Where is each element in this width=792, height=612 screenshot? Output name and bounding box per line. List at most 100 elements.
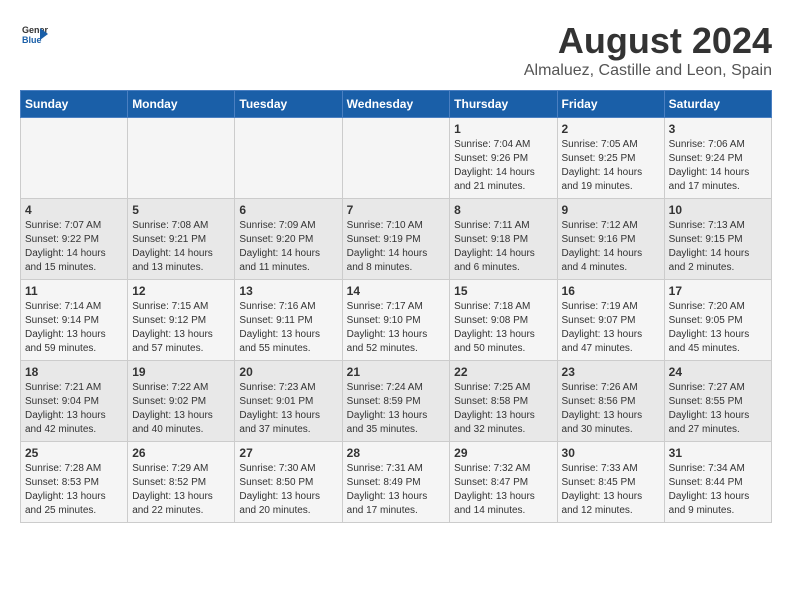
day-number: 29 <box>454 446 552 460</box>
day-number: 7 <box>347 203 446 217</box>
day-info: Sunrise: 7:30 AM Sunset: 8:50 PM Dayligh… <box>239 462 337 518</box>
weekday-header-wednesday: Wednesday <box>342 91 450 118</box>
calendar-cell: 22 Sunrise: 7:25 AM Sunset: 8:58 PM Dayli… <box>450 361 557 442</box>
day-info: Sunrise: 7:31 AM Sunset: 8:49 PM Dayligh… <box>347 462 446 518</box>
page-title: August 2024 <box>524 20 772 62</box>
day-info: Sunrise: 7:19 AM Sunset: 9:07 PM Dayligh… <box>562 300 660 356</box>
day-info: Sunrise: 7:25 AM Sunset: 8:58 PM Dayligh… <box>454 381 552 437</box>
day-info: Sunrise: 7:09 AM Sunset: 9:20 PM Dayligh… <box>239 219 337 275</box>
day-info: Sunrise: 7:05 AM Sunset: 9:25 PM Dayligh… <box>562 138 660 194</box>
day-info: Sunrise: 7:29 AM Sunset: 8:52 PM Dayligh… <box>132 462 230 518</box>
calendar-cell <box>235 118 342 199</box>
day-info: Sunrise: 7:17 AM Sunset: 9:10 PM Dayligh… <box>347 300 446 356</box>
day-info: Sunrise: 7:34 AM Sunset: 8:44 PM Dayligh… <box>669 462 767 518</box>
day-info: Sunrise: 7:24 AM Sunset: 8:59 PM Dayligh… <box>347 381 446 437</box>
day-number: 18 <box>25 365 123 379</box>
day-info: Sunrise: 7:27 AM Sunset: 8:55 PM Dayligh… <box>669 381 767 437</box>
calendar-cell: 21 Sunrise: 7:24 AM Sunset: 8:59 PM Dayli… <box>342 361 450 442</box>
day-info: Sunrise: 7:26 AM Sunset: 8:56 PM Dayligh… <box>562 381 660 437</box>
calendar-cell: 29 Sunrise: 7:32 AM Sunset: 8:47 PM Dayli… <box>450 442 557 523</box>
day-info: Sunrise: 7:13 AM Sunset: 9:15 PM Dayligh… <box>669 219 767 275</box>
calendar-cell: 20 Sunrise: 7:23 AM Sunset: 9:01 PM Dayli… <box>235 361 342 442</box>
day-info: Sunrise: 7:12 AM Sunset: 9:16 PM Dayligh… <box>562 219 660 275</box>
day-number: 20 <box>239 365 337 379</box>
weekday-header-friday: Friday <box>557 91 664 118</box>
calendar-cell: 23 Sunrise: 7:26 AM Sunset: 8:56 PM Dayli… <box>557 361 664 442</box>
day-number: 10 <box>669 203 767 217</box>
day-number: 15 <box>454 284 552 298</box>
day-number: 22 <box>454 365 552 379</box>
day-number: 23 <box>562 365 660 379</box>
calendar-cell: 19 Sunrise: 7:22 AM Sunset: 9:02 PM Dayli… <box>128 361 235 442</box>
weekday-header-tuesday: Tuesday <box>235 91 342 118</box>
calendar-cell: 4 Sunrise: 7:07 AM Sunset: 9:22 PM Daylig… <box>21 199 128 280</box>
calendar-cell: 11 Sunrise: 7:14 AM Sunset: 9:14 PM Dayli… <box>21 280 128 361</box>
calendar-cell: 13 Sunrise: 7:16 AM Sunset: 9:11 PM Dayli… <box>235 280 342 361</box>
day-number: 2 <box>562 122 660 136</box>
week-row-2: 4 Sunrise: 7:07 AM Sunset: 9:22 PM Daylig… <box>21 199 772 280</box>
calendar-cell: 8 Sunrise: 7:11 AM Sunset: 9:18 PM Daylig… <box>450 199 557 280</box>
weekday-header-monday: Monday <box>128 91 235 118</box>
day-info: Sunrise: 7:20 AM Sunset: 9:05 PM Dayligh… <box>669 300 767 356</box>
day-number: 24 <box>669 365 767 379</box>
calendar-cell: 18 Sunrise: 7:21 AM Sunset: 9:04 PM Dayli… <box>21 361 128 442</box>
day-info: Sunrise: 7:23 AM Sunset: 9:01 PM Dayligh… <box>239 381 337 437</box>
day-number: 4 <box>25 203 123 217</box>
day-info: Sunrise: 7:32 AM Sunset: 8:47 PM Dayligh… <box>454 462 552 518</box>
week-row-3: 11 Sunrise: 7:14 AM Sunset: 9:14 PM Dayli… <box>21 280 772 361</box>
week-row-1: 1Sunrise: 7:04 AM Sunset: 9:26 PM Daylig… <box>21 118 772 199</box>
day-number: 3 <box>669 122 767 136</box>
weekday-header-saturday: Saturday <box>664 91 771 118</box>
day-info: Sunrise: 7:10 AM Sunset: 9:19 PM Dayligh… <box>347 219 446 275</box>
day-number: 16 <box>562 284 660 298</box>
logo: General Blue <box>20 20 48 48</box>
day-number: 28 <box>347 446 446 460</box>
logo-icon: General Blue <box>20 20 48 48</box>
day-number: 11 <box>25 284 123 298</box>
calendar-cell: 17 Sunrise: 7:20 AM Sunset: 9:05 PM Dayli… <box>664 280 771 361</box>
day-number: 30 <box>562 446 660 460</box>
day-number: 19 <box>132 365 230 379</box>
day-number: 27 <box>239 446 337 460</box>
weekday-header-row: SundayMondayTuesdayWednesdayThursdayFrid… <box>21 91 772 118</box>
calendar-cell <box>128 118 235 199</box>
day-info: Sunrise: 7:16 AM Sunset: 9:11 PM Dayligh… <box>239 300 337 356</box>
day-number: 9 <box>562 203 660 217</box>
day-number: 14 <box>347 284 446 298</box>
calendar-cell: 25 Sunrise: 7:28 AM Sunset: 8:53 PM Dayli… <box>21 442 128 523</box>
calendar-cell: 15Sunrise: 7:18 AM Sunset: 9:08 PM Dayli… <box>450 280 557 361</box>
page-header: General Blue August 2024 Almaluez, Casti… <box>20 20 772 80</box>
calendar-body: 1Sunrise: 7:04 AM Sunset: 9:26 PM Daylig… <box>21 118 772 523</box>
day-info: Sunrise: 7:06 AM Sunset: 9:24 PM Dayligh… <box>669 138 767 194</box>
calendar-cell: 9 Sunrise: 7:12 AM Sunset: 9:16 PM Daylig… <box>557 199 664 280</box>
calendar-cell: 10 Sunrise: 7:13 AM Sunset: 9:15 PM Dayli… <box>664 199 771 280</box>
day-info: Sunrise: 7:33 AM Sunset: 8:45 PM Dayligh… <box>562 462 660 518</box>
svg-text:Blue: Blue <box>22 35 42 45</box>
calendar-cell: 3 Sunrise: 7:06 AM Sunset: 9:24 PM Daylig… <box>664 118 771 199</box>
day-number: 12 <box>132 284 230 298</box>
calendar-cell: 6 Sunrise: 7:09 AM Sunset: 9:20 PM Daylig… <box>235 199 342 280</box>
calendar-cell <box>342 118 450 199</box>
day-info: Sunrise: 7:15 AM Sunset: 9:12 PM Dayligh… <box>132 300 230 356</box>
calendar-cell: 28 Sunrise: 7:31 AM Sunset: 8:49 PM Dayli… <box>342 442 450 523</box>
day-number: 5 <box>132 203 230 217</box>
calendar-cell: 26Sunrise: 7:29 AM Sunset: 8:52 PM Dayli… <box>128 442 235 523</box>
page-subtitle: Almaluez, Castille and Leon, Spain <box>524 62 772 80</box>
calendar-cell: 16 Sunrise: 7:19 AM Sunset: 9:07 PM Dayli… <box>557 280 664 361</box>
day-info: Sunrise: 7:28 AM Sunset: 8:53 PM Dayligh… <box>25 462 123 518</box>
day-number: 25 <box>25 446 123 460</box>
day-info: Sunrise: 7:11 AM Sunset: 9:18 PM Dayligh… <box>454 219 552 275</box>
day-number: 17 <box>669 284 767 298</box>
day-number: 1 <box>454 122 552 136</box>
calendar-cell: 5Sunrise: 7:08 AM Sunset: 9:21 PM Daylig… <box>128 199 235 280</box>
day-info: Sunrise: 7:07 AM Sunset: 9:22 PM Dayligh… <box>25 219 123 275</box>
calendar-cell: 14 Sunrise: 7:17 AM Sunset: 9:10 PM Dayli… <box>342 280 450 361</box>
day-number: 13 <box>239 284 337 298</box>
weekday-header-sunday: Sunday <box>21 91 128 118</box>
day-info: Sunrise: 7:21 AM Sunset: 9:04 PM Dayligh… <box>25 381 123 437</box>
day-number: 8 <box>454 203 552 217</box>
day-number: 6 <box>239 203 337 217</box>
day-info: Sunrise: 7:14 AM Sunset: 9:14 PM Dayligh… <box>25 300 123 356</box>
day-number: 21 <box>347 365 446 379</box>
day-info: Sunrise: 7:22 AM Sunset: 9:02 PM Dayligh… <box>132 381 230 437</box>
